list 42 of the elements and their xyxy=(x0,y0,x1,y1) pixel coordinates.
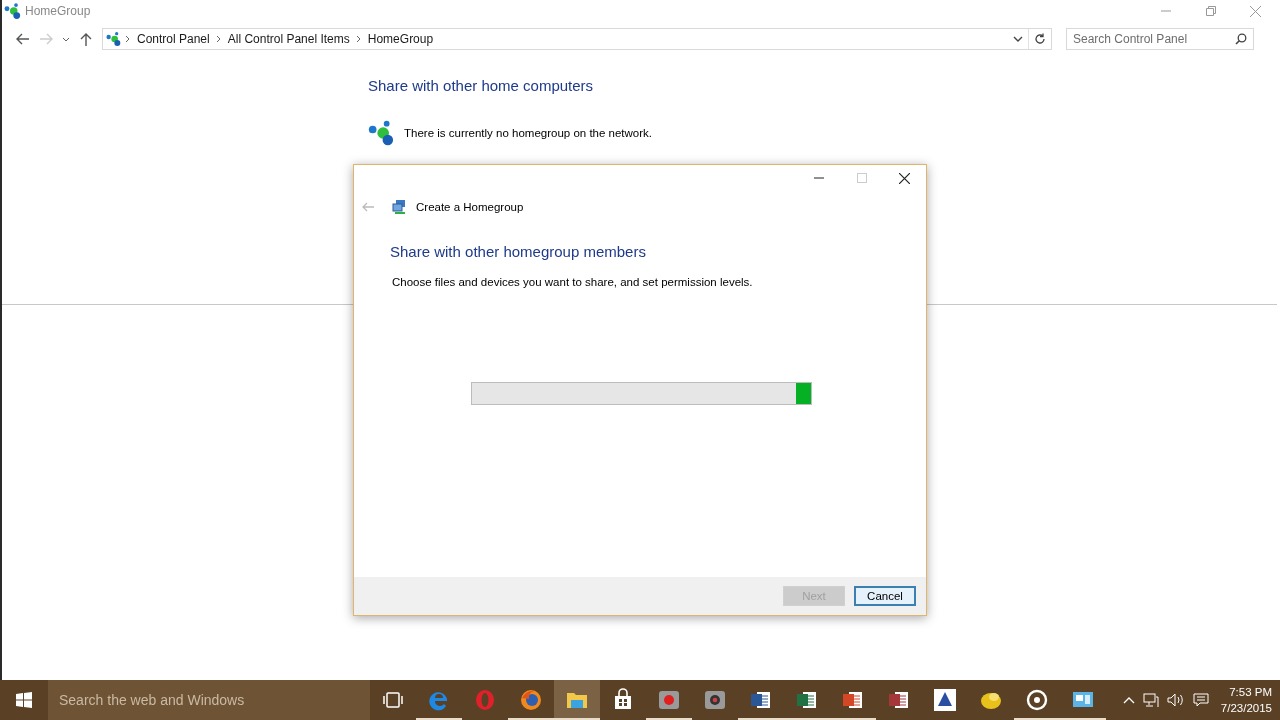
breadcrumb-link[interactable]: All Control Panel Items xyxy=(222,32,355,46)
search-field[interactable]: Search Control Panel xyxy=(1066,28,1254,50)
clock-date[interactable]: 7/23/2015 xyxy=(1220,700,1272,716)
chevron-icon xyxy=(354,35,363,43)
homegroup-icon xyxy=(368,119,396,147)
homegroup-icon xyxy=(106,31,122,47)
chevron-icon xyxy=(124,35,132,43)
instruction-text: Choose files and devices you want to share, and set permission levels. xyxy=(392,276,754,288)
cancel-button[interactable]: Cancel xyxy=(854,586,916,606)
emblem-icon xyxy=(933,688,957,712)
camera-icon xyxy=(703,688,727,712)
breadcrumb-link[interactable]: Control Panel xyxy=(132,32,215,46)
dialog-title: Create a Homegroup xyxy=(416,201,524,213)
dropdown-icon[interactable] xyxy=(1013,36,1023,42)
back-arrow-icon[interactable] xyxy=(15,33,29,45)
search-box[interactable]: Search the web and Windows xyxy=(48,680,370,720)
search-icon xyxy=(1235,33,1247,45)
caret-icon[interactable] xyxy=(62,36,70,42)
restore-icon[interactable] xyxy=(1205,6,1216,16)
chevron-icon xyxy=(214,35,223,43)
windows-logo-icon xyxy=(16,692,32,708)
network-computers-icon xyxy=(392,199,408,215)
breadcrumb-link[interactable]: HomeGroup xyxy=(362,32,439,46)
volume-icon[interactable] xyxy=(1166,692,1185,708)
record-icon xyxy=(657,688,681,712)
up-arrow-icon[interactable] xyxy=(80,32,92,46)
address-bar[interactable]: Control Panel All Control Panel Items HomeGroup xyxy=(102,28,1052,50)
page-heading: Share with other home computers xyxy=(368,77,595,94)
dialog-heading: Share with other homegroup members xyxy=(390,243,647,260)
clock-time[interactable]: 7:53 PM xyxy=(1229,684,1272,700)
close-icon[interactable] xyxy=(899,172,910,184)
disc-icon xyxy=(1025,688,1049,712)
notification-icon[interactable] xyxy=(1192,692,1209,708)
browser-icon xyxy=(519,688,543,712)
refresh-icon[interactable] xyxy=(1034,33,1046,45)
window-title: HomeGroup xyxy=(25,4,91,18)
homegroup-icon xyxy=(4,2,22,20)
network-icon[interactable] xyxy=(1142,692,1159,708)
status-text: There is currently no homegroup on the network. xyxy=(404,127,653,139)
browser-icon xyxy=(473,688,497,712)
taskbar-button[interactable] xyxy=(554,680,600,720)
chevron-up-icon[interactable] xyxy=(1122,696,1135,704)
